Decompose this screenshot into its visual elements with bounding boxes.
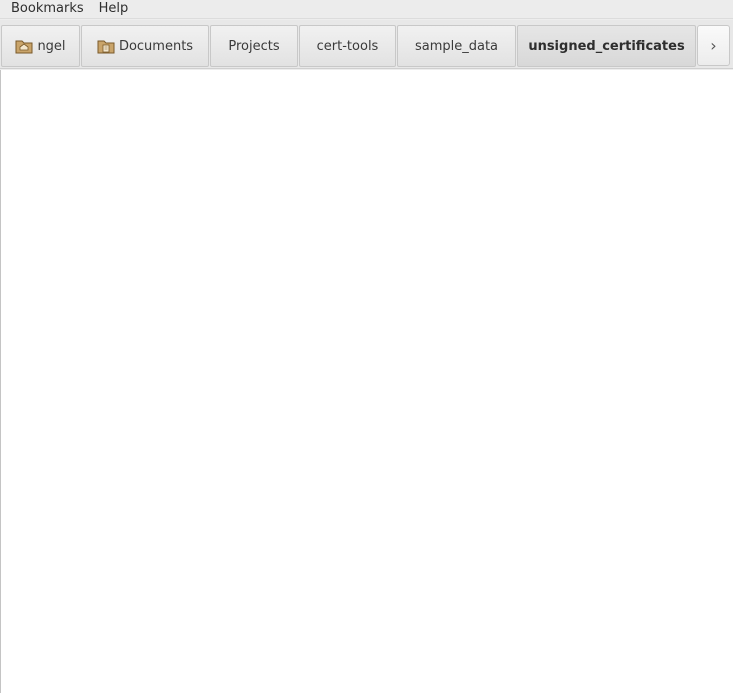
menu-bookmarks[interactable]: Bookmarks <box>0 1 88 17</box>
crumb-label: unsigned_certificates <box>528 38 685 54</box>
crumb-label: ngel <box>37 38 66 54</box>
crumb-unsigned-certificates[interactable]: unsigned_certificates <box>517 25 696 67</box>
crumb-label: cert-tools <box>316 38 379 54</box>
crumb-cert-tools[interactable]: cert-tools <box>299 25 396 67</box>
crumb-documents[interactable]: Documents <box>81 25 209 67</box>
menu-bar: Bookmarks Help <box>0 0 733 19</box>
chevron-right-icon: › <box>710 36 717 55</box>
file-view-area[interactable] <box>0 70 733 693</box>
pathbar-scroll-right-button[interactable]: › <box>697 25 730 66</box>
documents-folder-icon <box>97 38 115 54</box>
crumb-home[interactable]: ngel <box>1 25 80 67</box>
crumb-label: Documents <box>118 38 194 54</box>
menu-help[interactable]: Help <box>88 1 140 17</box>
crumb-label: Projects <box>228 38 280 54</box>
path-bar: ngel Documents Projects cert-tools sampl… <box>0 20 733 69</box>
crumb-label: sample_data <box>414 38 499 54</box>
crumb-projects[interactable]: Projects <box>210 25 298 67</box>
crumb-sample-data[interactable]: sample_data <box>397 25 516 67</box>
home-folder-icon <box>15 38 33 54</box>
